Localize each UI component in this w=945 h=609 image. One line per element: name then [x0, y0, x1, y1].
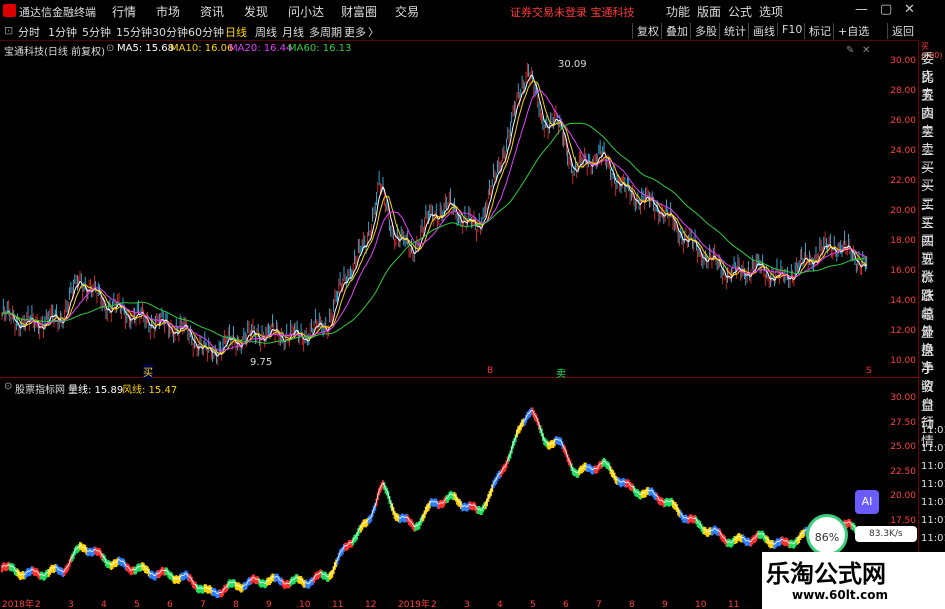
watermark: 乐淘公式网 www.60lt.com	[762, 552, 945, 609]
s-marker: S	[866, 366, 872, 376]
x-axis-label: 4	[101, 600, 107, 609]
price-tick-label: 30.00	[890, 56, 916, 66]
high-annotation: 30.09	[558, 59, 587, 70]
indicator-tick-label: 27.50	[890, 417, 916, 428]
side-time: 11:01	[921, 479, 945, 490]
b-marker: B	[487, 366, 494, 376]
price-tick-label: 12.00	[890, 326, 916, 336]
sub-settings-icon[interactable]: ⊙	[4, 381, 12, 392]
ma10-label: MA10: 16.06	[170, 43, 234, 54]
pane-divider	[0, 377, 918, 378]
ma60-label: MA60: 16.13	[288, 43, 352, 54]
x-axis-label: 10	[299, 600, 311, 609]
side-time: 11:01	[921, 515, 945, 526]
x-axis-label: 11	[332, 600, 343, 609]
x-axis-label: 3	[68, 600, 74, 609]
price-tick-label: 14.00	[890, 296, 916, 306]
indicator-tick-label: 20.00	[890, 491, 916, 501]
pin-icon[interactable]: ✎	[846, 45, 854, 56]
x-axis-label: 4	[497, 600, 503, 609]
quote-side-panel: 买 (000) 委比 卖五 卖四 卖三 卖二 卖一 买一 买二 买三 买四 买五 现价 涨跌 涨幅 总量 外盘…	[918, 40, 945, 609]
memory-usage-badge[interactable]: 86%	[806, 514, 848, 556]
x-axis-label: 9	[662, 600, 668, 609]
indicator-tick-label: 25.00	[890, 442, 916, 452]
price-tick-label: 10.00	[890, 356, 916, 366]
watermark-title: 乐淘公式网	[766, 559, 886, 588]
x-axis-label: 12	[365, 600, 376, 609]
price-tick-label: 18.00	[890, 236, 916, 246]
panel-close-icon[interactable]: ✕	[862, 45, 870, 56]
x-axis-label: 7	[596, 600, 602, 609]
price-tick-label: 16.00	[890, 266, 916, 276]
ai-assistant-button[interactable]: AI	[855, 490, 879, 514]
price-tick-label: 26.00	[890, 116, 916, 126]
buy-marker: 买	[143, 364, 153, 379]
low-annotation: 9.75	[250, 357, 273, 368]
ma20-label: MA20: 16.44	[229, 43, 293, 54]
indicator-tick-label: 17.50	[890, 515, 916, 526]
x-axis-label: 3	[464, 600, 470, 609]
ma20-line	[1, 89, 867, 352]
price-tick-label: 24.00	[890, 146, 916, 156]
side-time: 11:01	[921, 425, 945, 436]
x-axis-label: 6	[167, 600, 173, 609]
x-axis-label: 5	[530, 600, 536, 609]
price-tick-label: 20.00	[890, 206, 916, 216]
x-axis-label: 9	[266, 600, 272, 609]
line2-label: 风线: 15.47	[122, 385, 178, 396]
sell-marker: 卖	[556, 369, 566, 380]
indicator-name: 股票指标网	[15, 385, 65, 396]
price-tick-label: 28.00	[890, 86, 916, 96]
stock-name-label: 宝通科技(日线 前复权)	[4, 47, 105, 58]
side-time: 11:01	[921, 533, 945, 544]
side-time: 11:01	[921, 497, 945, 508]
line1-label: 量线: 15.89	[68, 385, 124, 396]
side-time: 11:01	[921, 461, 945, 472]
x-axis-label: 11	[728, 600, 739, 609]
settings-icon[interactable]: ⊙	[106, 43, 114, 54]
x-axis-label: 2019年	[398, 598, 430, 609]
x-axis-label: 5	[134, 600, 140, 609]
x-axis-label: 8	[233, 600, 239, 609]
indicator-tick-label: 22.50	[890, 466, 916, 477]
x-axis-label: 8	[629, 600, 635, 609]
x-axis-label: 2018年	[2, 598, 34, 609]
x-axis-label: 2	[431, 600, 437, 609]
volume-line	[1, 409, 867, 595]
price-tick-label: 22.00	[890, 176, 916, 186]
watermark-url: www.60lt.com	[792, 588, 889, 602]
x-axis-label: 6	[563, 600, 569, 609]
net-speed-badge: 83.3K/s	[855, 526, 917, 542]
side-time: 11:01	[921, 443, 945, 454]
ma5-label: MA5: 15.68	[117, 43, 175, 54]
x-axis-label: 7	[200, 600, 206, 609]
x-axis-label: 2	[35, 600, 41, 609]
kline-chart[interactable]: 2018年234567891011122019年2345678910111220…	[0, 0, 918, 609]
indicator-tick-label: 30.00	[890, 393, 916, 403]
x-axis-label: 10	[695, 600, 707, 609]
